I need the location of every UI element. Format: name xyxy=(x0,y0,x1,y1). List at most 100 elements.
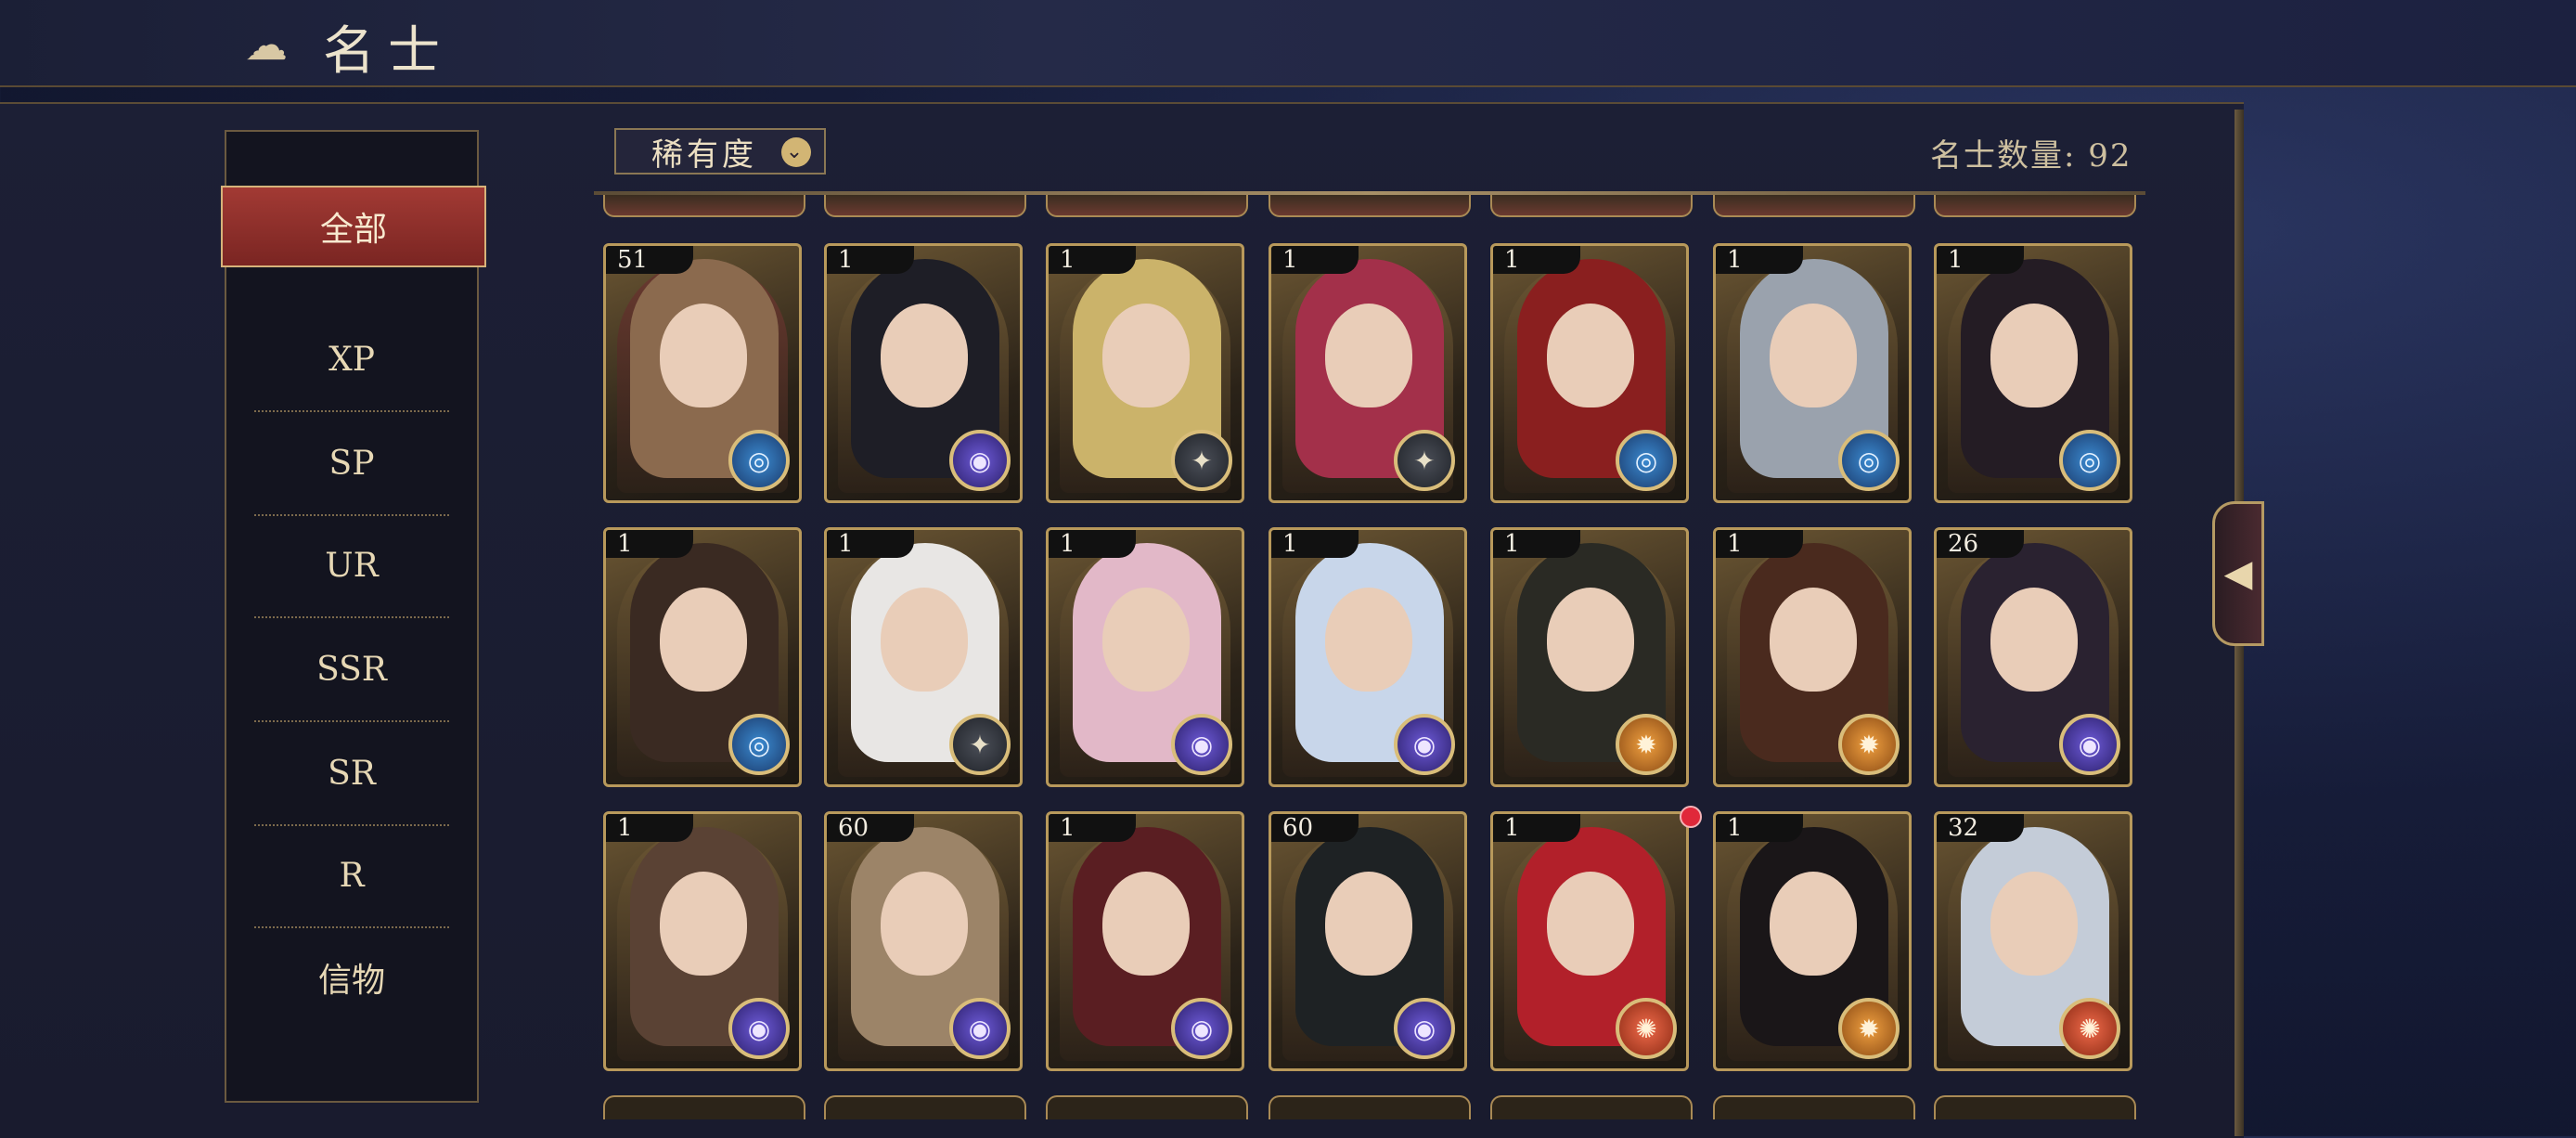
sort-rarity-dropdown[interactable]: 稀有度 ⌄ xyxy=(614,128,826,175)
filter-item-all[interactable]: 全部 xyxy=(221,186,486,267)
character-portrait xyxy=(1770,872,1857,976)
character-card[interactable]: 1 ◉ xyxy=(1046,527,1244,787)
filter-item-sp[interactable]: SP xyxy=(254,412,449,516)
character-portrait xyxy=(660,872,747,976)
blue-element-badge-icon: ◎ xyxy=(728,430,790,491)
character-card[interactable]: 1 ◎ xyxy=(1934,243,2132,503)
purple-element-badge-icon: ◉ xyxy=(1394,998,1455,1059)
blue-element-badge-icon: ◎ xyxy=(2059,430,2120,491)
level-tag: 1 xyxy=(1271,530,1359,558)
grey-element-badge-icon: ✦ xyxy=(1171,430,1232,491)
character-portrait xyxy=(1770,588,1857,692)
character-portrait xyxy=(1990,872,2078,976)
level-tag: 1 xyxy=(1049,530,1136,558)
purple-element-badge-icon: ◉ xyxy=(2059,714,2120,775)
character-portrait xyxy=(1770,304,1857,407)
collapse-panel-button[interactable]: ◀ xyxy=(2212,501,2264,646)
character-card[interactable]: 26 ◉ xyxy=(1934,527,2132,787)
card-peek-top[interactable] xyxy=(1713,195,1915,217)
character-card[interactable]: 1 ◎ xyxy=(1713,243,1912,503)
card-peek-bottom[interactable] xyxy=(1934,1095,2136,1119)
level-tag: 1 xyxy=(827,530,914,558)
character-portrait xyxy=(1547,872,1634,976)
card-peek-top[interactable] xyxy=(1490,195,1693,217)
level-tag: 1 xyxy=(1716,814,1803,842)
character-card[interactable]: 1 ✹ xyxy=(1490,527,1689,787)
chevron-left-icon: ◀ xyxy=(2223,552,2253,595)
character-card[interactable]: 1 ◉ xyxy=(1046,811,1244,1071)
grey-element-badge-icon: ✦ xyxy=(1394,430,1455,491)
character-card[interactable]: 1 ✹ xyxy=(1713,527,1912,787)
rarity-filter-sidebar: 全部 XP SP UR SSR SR R 信物 xyxy=(221,130,486,1103)
level-tag: 51 xyxy=(606,246,693,274)
character-portrait xyxy=(1325,872,1412,976)
character-portrait xyxy=(1990,588,2078,692)
character-card[interactable]: 1 ◉ xyxy=(1269,527,1467,787)
card-peek-bottom[interactable] xyxy=(603,1095,805,1119)
top-bar: ☁ 名士 xyxy=(0,0,2576,87)
level-tag: 1 xyxy=(1493,814,1580,842)
filter-item-r[interactable]: R xyxy=(254,824,449,928)
chevron-down-icon: ⌄ xyxy=(781,137,811,167)
character-portrait xyxy=(1102,304,1190,407)
character-portrait xyxy=(660,304,747,407)
filter-item-sr[interactable]: SR xyxy=(254,722,449,826)
card-peek-top[interactable] xyxy=(1269,195,1471,217)
level-tag: 1 xyxy=(606,814,693,842)
character-card[interactable]: 60 ◉ xyxy=(1269,811,1467,1071)
character-portrait xyxy=(881,304,968,407)
character-portrait xyxy=(1102,588,1190,692)
level-tag: 26 xyxy=(1937,530,2024,558)
character-card[interactable]: 1 ✦ xyxy=(1269,243,1467,503)
character-portrait xyxy=(1547,588,1634,692)
card-peek-bottom[interactable] xyxy=(1269,1095,1471,1119)
character-portrait xyxy=(660,588,747,692)
character-portrait xyxy=(1325,304,1412,407)
character-card[interactable]: 1 ✦ xyxy=(1046,243,1244,503)
level-tag: 1 xyxy=(1493,530,1580,558)
purple-element-badge-icon: ◉ xyxy=(1171,714,1232,775)
blue-element-badge-icon: ◎ xyxy=(728,714,790,775)
character-count: 名士数量: 92 xyxy=(1930,137,2132,175)
character-card[interactable]: 1 ◉ xyxy=(603,811,802,1071)
card-peek-top[interactable] xyxy=(1046,195,1248,217)
cloud-emblem-icon: ☁ xyxy=(245,19,288,70)
purple-element-badge-icon: ◉ xyxy=(728,998,790,1059)
filter-item-ur[interactable]: UR xyxy=(254,514,449,618)
filter-item-token[interactable]: 信物 xyxy=(254,926,449,1028)
card-peek-top[interactable] xyxy=(1934,195,2136,217)
filter-item-xp[interactable]: XP xyxy=(254,308,449,412)
level-tag: 1 xyxy=(1716,530,1803,558)
filter-item-ssr[interactable]: SSR xyxy=(254,618,449,722)
card-peek-bottom[interactable] xyxy=(1490,1095,1693,1119)
character-card[interactable]: 1 ◎ xyxy=(1490,243,1689,503)
card-peek-bottom[interactable] xyxy=(1046,1095,1248,1119)
orange-element-badge-icon: ✹ xyxy=(1616,714,1677,775)
level-tag: 1 xyxy=(1716,246,1803,274)
sort-label: 稀有度 xyxy=(651,136,757,174)
character-card[interactable]: 1 ✹ xyxy=(1713,811,1912,1071)
red-element-badge-icon: ✺ xyxy=(2059,998,2120,1059)
character-card[interactable]: 1 ✺ xyxy=(1490,811,1689,1071)
character-portrait xyxy=(1325,588,1412,692)
red-element-badge-icon: ✺ xyxy=(1616,998,1677,1059)
character-card[interactable]: 60 ◉ xyxy=(824,811,1023,1071)
purple-element-badge-icon: ◉ xyxy=(949,998,1011,1059)
character-card[interactable]: 51 ◎ xyxy=(603,243,802,503)
character-card[interactable]: 1 ◎ xyxy=(603,527,802,787)
character-card[interactable]: 1 ✦ xyxy=(824,527,1023,787)
blue-element-badge-icon: ◎ xyxy=(1616,430,1677,491)
card-peek-top[interactable] xyxy=(603,195,805,217)
card-peek-bottom[interactable] xyxy=(824,1095,1026,1119)
character-card[interactable]: 1 ◉ xyxy=(824,243,1023,503)
character-card[interactable]: 32 ✺ xyxy=(1934,811,2132,1071)
level-tag: 1 xyxy=(827,246,914,274)
card-peek-top[interactable] xyxy=(824,195,1026,217)
level-tag: 1 xyxy=(1049,814,1136,842)
card-peek-bottom[interactable] xyxy=(1713,1095,1915,1119)
purple-element-badge-icon: ◉ xyxy=(949,430,1011,491)
level-tag: 1 xyxy=(1271,246,1359,274)
level-tag: 60 xyxy=(1271,814,1359,842)
level-tag: 1 xyxy=(1049,246,1136,274)
level-tag: 1 xyxy=(1937,246,2024,274)
